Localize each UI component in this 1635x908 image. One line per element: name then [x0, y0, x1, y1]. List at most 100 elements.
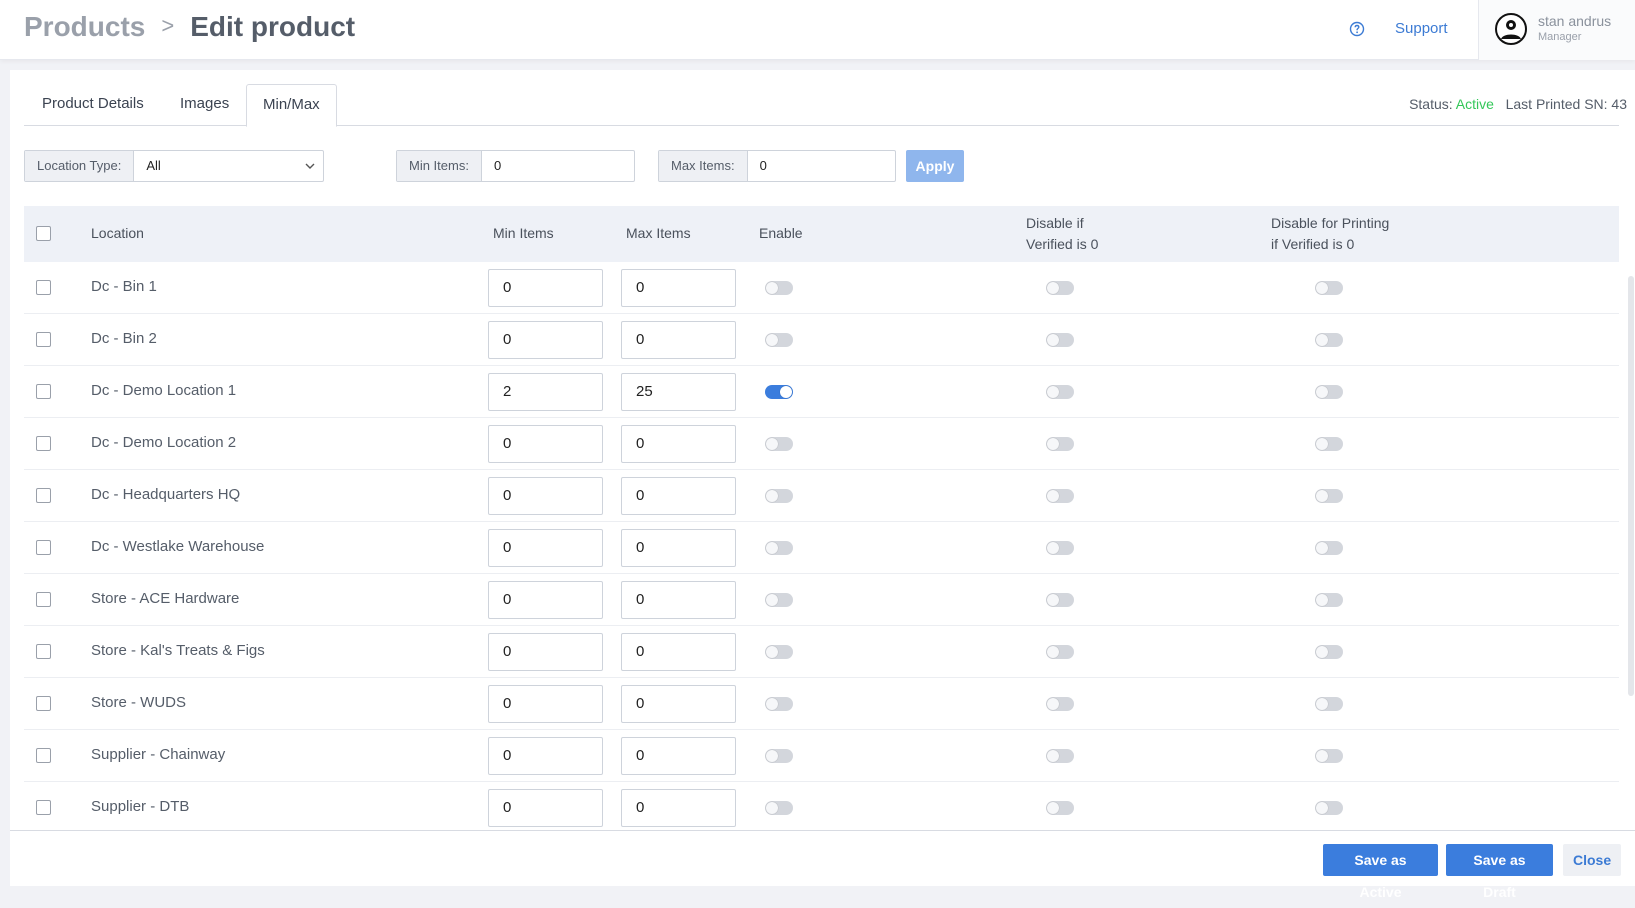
support-link[interactable]: Support: [1395, 20, 1448, 37]
row-min-items-input[interactable]: 0: [488, 321, 603, 359]
apply-button[interactable]: Apply: [906, 150, 964, 182]
row-disable-printing-toggle[interactable]: [1315, 437, 1343, 451]
row-max-items-input[interactable]: 0: [621, 425, 736, 463]
row-disable-printing-toggle[interactable]: [1315, 645, 1343, 659]
row-checkbox[interactable]: [36, 748, 51, 763]
row-disable-verified-toggle[interactable]: [1046, 749, 1074, 763]
status-label: Status:: [1409, 96, 1453, 112]
row-enable-toggle[interactable]: [765, 801, 793, 815]
row-min-items-input[interactable]: 0: [488, 633, 603, 671]
row-disable-printing-toggle[interactable]: [1315, 541, 1343, 555]
row-enable-toggle[interactable]: [765, 541, 793, 555]
row-location: Dc - Westlake Warehouse: [91, 538, 265, 555]
breadcrumb-products[interactable]: Products: [24, 11, 145, 43]
row-max-items-input[interactable]: 0: [621, 477, 736, 515]
question-circle-icon[interactable]: [1349, 21, 1365, 37]
row-disable-verified-toggle[interactable]: [1046, 645, 1074, 659]
row-disable-printing-toggle[interactable]: [1315, 385, 1343, 399]
row-min-items-input[interactable]: 0: [488, 685, 603, 723]
row-max-items-input[interactable]: 0: [621, 581, 736, 619]
save-as-draft-button[interactable]: Save as Draft: [1446, 844, 1553, 900]
table-row: Dc - Demo Location 1 2 25: [24, 366, 1619, 418]
row-max-items-input[interactable]: 0: [621, 529, 736, 567]
col-disable-verified-line2: Verified is 0: [1026, 236, 1099, 252]
max-items-filter-input[interactable]: 0: [748, 151, 895, 181]
row-checkbox[interactable]: [36, 696, 51, 711]
row-enable-toggle[interactable]: [765, 437, 793, 451]
table-scrollbar[interactable]: [1628, 276, 1634, 696]
row-checkbox[interactable]: [36, 540, 51, 555]
row-disable-verified-toggle[interactable]: [1046, 437, 1074, 451]
row-max-items-input[interactable]: 0: [621, 321, 736, 359]
save-as-active-button[interactable]: Save as Active: [1323, 844, 1438, 900]
row-checkbox[interactable]: [36, 436, 51, 451]
row-max-items-input[interactable]: 0: [621, 633, 736, 671]
row-min-items-input[interactable]: 0: [488, 789, 603, 827]
location-type-select[interactable]: Location Type: All: [24, 150, 324, 182]
row-enable-toggle[interactable]: [765, 281, 793, 295]
row-max-items-input[interactable]: 0: [621, 789, 736, 827]
row-checkbox[interactable]: [36, 644, 51, 659]
row-enable-toggle[interactable]: [765, 333, 793, 347]
row-min-items-input[interactable]: 0: [488, 737, 603, 775]
row-disable-verified-toggle[interactable]: [1046, 385, 1074, 399]
row-enable-toggle[interactable]: [765, 645, 793, 659]
row-min-items-input[interactable]: 0: [488, 529, 603, 567]
row-enable-toggle[interactable]: [765, 593, 793, 607]
row-disable-verified-toggle[interactable]: [1046, 333, 1074, 347]
row-min-items-input[interactable]: 0: [488, 581, 603, 619]
row-enable-toggle[interactable]: [765, 385, 793, 399]
row-checkbox[interactable]: [36, 280, 51, 295]
row-disable-printing-toggle[interactable]: [1315, 697, 1343, 711]
select-all-checkbox[interactable]: [36, 226, 51, 241]
row-disable-printing-toggle[interactable]: [1315, 593, 1343, 607]
tab-images[interactable]: Images: [164, 84, 245, 126]
row-checkbox[interactable]: [36, 488, 51, 503]
row-enable-toggle[interactable]: [765, 749, 793, 763]
row-max-items-input[interactable]: 0: [621, 737, 736, 775]
user-menu[interactable]: stan andrus Manager: [1478, 0, 1635, 60]
row-checkbox[interactable]: [36, 592, 51, 607]
row-location: Store - Kal's Treats & Figs: [91, 642, 265, 659]
location-type-value[interactable]: All: [134, 151, 323, 181]
row-max-items-input[interactable]: 0: [621, 685, 736, 723]
row-disable-printing-toggle[interactable]: [1315, 489, 1343, 503]
row-max-items-input[interactable]: 0: [621, 269, 736, 307]
row-max-items-input[interactable]: 25: [621, 373, 736, 411]
row-disable-verified-toggle[interactable]: [1046, 541, 1074, 555]
row-disable-verified-toggle[interactable]: [1046, 697, 1074, 711]
row-checkbox[interactable]: [36, 332, 51, 347]
row-enable-toggle[interactable]: [765, 489, 793, 503]
close-button[interactable]: Close: [1563, 844, 1621, 876]
row-min-items-input[interactable]: 0: [488, 269, 603, 307]
col-disable-verified-line1: Disable if: [1026, 215, 1084, 231]
top-header: Products > Edit product Support stan and…: [0, 0, 1635, 60]
row-disable-printing-toggle[interactable]: [1315, 333, 1343, 347]
row-checkbox[interactable]: [36, 384, 51, 399]
row-disable-verified-toggle[interactable]: [1046, 489, 1074, 503]
row-min-items-input[interactable]: 0: [488, 425, 603, 463]
col-disable-printing-line2: if Verified is 0: [1271, 236, 1355, 252]
breadcrumb-separator: >: [161, 13, 175, 38]
row-disable-printing-toggle[interactable]: [1315, 801, 1343, 815]
table-row: Dc - Bin 1 00: [24, 262, 1619, 314]
row-disable-verified-toggle[interactable]: [1046, 281, 1074, 295]
user-avatar-icon: [1495, 13, 1527, 45]
row-disable-verified-toggle[interactable]: [1046, 593, 1074, 607]
col-location: Location: [91, 225, 144, 241]
table-row: Supplier - Chainway 0 0: [24, 730, 1619, 782]
row-location: Store - WUDS: [91, 694, 187, 711]
row-disable-printing-toggle[interactable]: [1315, 281, 1343, 295]
row-checkbox[interactable]: [36, 800, 51, 815]
min-items-filter-input[interactable]: 0: [482, 151, 634, 181]
table-row: Supplier - DTB 0 0: [24, 782, 1619, 834]
max-items-filter: Max Items: 0: [658, 150, 896, 182]
row-min-items-input[interactable]: 0: [488, 477, 603, 515]
row-disable-printing-toggle[interactable]: [1315, 749, 1343, 763]
tab-min-max[interactable]: Min/Max: [246, 84, 337, 127]
table-row: Dc - Westlake Warehouse 0 0: [24, 522, 1619, 574]
tab-product-details[interactable]: Product Details: [26, 84, 160, 126]
row-enable-toggle[interactable]: [765, 697, 793, 711]
row-min-items-input[interactable]: 2: [488, 373, 603, 411]
row-disable-verified-toggle[interactable]: [1046, 801, 1074, 815]
